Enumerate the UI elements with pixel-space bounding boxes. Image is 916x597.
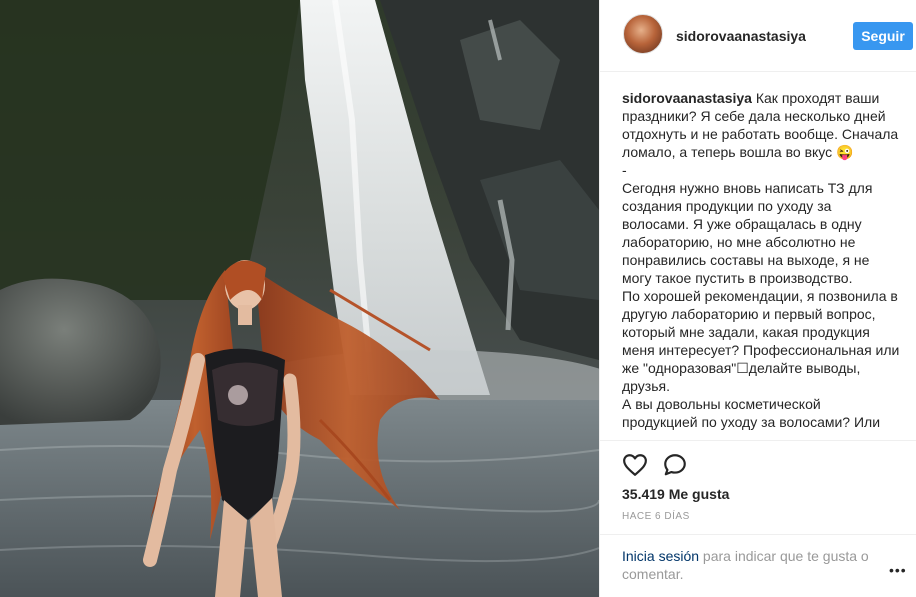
avatar[interactable] bbox=[623, 14, 663, 54]
divider bbox=[600, 440, 916, 441]
more-options-icon[interactable]: ••• bbox=[889, 562, 907, 578]
comment-bubble-icon[interactable] bbox=[662, 452, 688, 478]
heart-outline-icon[interactable] bbox=[622, 452, 648, 478]
post-photo[interactable] bbox=[0, 0, 599, 597]
login-prompt: Inicia sesión para indicar que te gusta … bbox=[622, 547, 882, 583]
login-link[interactable]: Inicia sesión bbox=[622, 548, 699, 564]
post-caption: sidorovaanastasiya Как проходят ваши пра… bbox=[622, 89, 900, 441]
like-count[interactable]: 35.419 Me gusta bbox=[622, 486, 729, 502]
instagram-post: sidorovaanastasiya Seguir sidorovaanasta… bbox=[0, 0, 916, 597]
post-sidebar: sidorovaanastasiya Seguir sidorovaanasta… bbox=[599, 0, 916, 597]
username-link[interactable]: sidorovaanastasiya bbox=[676, 28, 806, 44]
caption-username-link[interactable]: sidorovaanastasiya bbox=[622, 90, 752, 106]
post-timestamp[interactable]: HACE 6 DÍAS bbox=[622, 511, 690, 522]
post-header: sidorovaanastasiya Seguir bbox=[600, 0, 916, 72]
waterfall-photo-image bbox=[0, 0, 599, 597]
follow-button[interactable]: Seguir bbox=[853, 22, 913, 50]
divider bbox=[600, 534, 916, 535]
caption-text: Как проходят ваши праздники? Я себе дала… bbox=[622, 90, 900, 430]
